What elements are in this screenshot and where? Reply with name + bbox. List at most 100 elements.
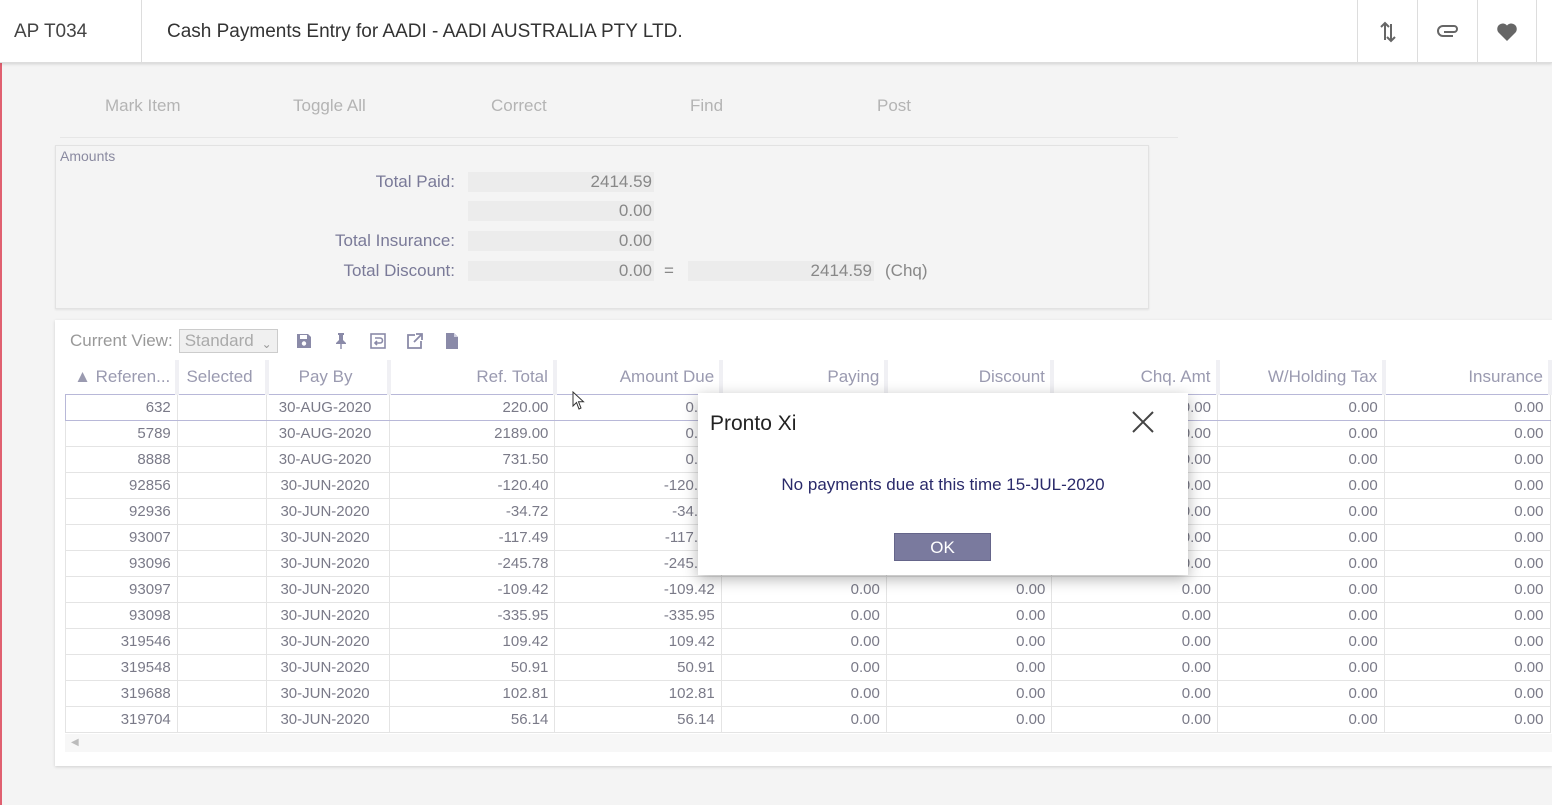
- scroll-left-icon[interactable]: ◀: [71, 737, 79, 748]
- table-row[interactable]: 319548 30-JUN-2020 50.91 50.91 0.00 0.00 0.00 0…: [65, 654, 1551, 681]
- table-cell: [177, 602, 268, 629]
- table-cell: 0.00: [1217, 446, 1385, 473]
- table-cell: 0.00: [1384, 706, 1551, 733]
- table-cell: 5789: [65, 420, 178, 447]
- table-cell: [177, 524, 268, 551]
- table-cell: 93097: [65, 576, 178, 603]
- table-cell: 109.42: [554, 628, 722, 655]
- amounts-panel: Amounts Total Paid: 2414.59 0.00 Total I…: [55, 145, 1149, 309]
- table-cell: [177, 628, 268, 655]
- correct-button[interactable]: Correct: [491, 96, 547, 116]
- horizontal-scrollbar[interactable]: ◀: [65, 734, 1552, 752]
- post-button[interactable]: Post: [877, 96, 911, 116]
- paperclip-icon[interactable]: [1417, 0, 1477, 63]
- column-header[interactable]: W/Holding Tax: [1217, 360, 1387, 394]
- table-cell: 50.91: [389, 654, 556, 681]
- table-cell: [177, 446, 268, 473]
- table-cell: 30-JUN-2020: [266, 524, 390, 551]
- column-header[interactable]: ▲ Referen...: [65, 360, 180, 394]
- table-cell: -109.42: [389, 576, 556, 603]
- table-cell: 0.00: [1384, 576, 1551, 603]
- column-header[interactable]: Selected: [177, 360, 269, 394]
- table-cell: -117.49: [554, 524, 722, 551]
- table-cell: 102.81: [554, 680, 722, 707]
- table-cell: 0.00: [1384, 524, 1551, 551]
- table-cell: 0.00: [1217, 628, 1385, 655]
- amounts-legend: Amounts: [60, 148, 116, 164]
- close-icon[interactable]: [1130, 409, 1156, 435]
- table-cell: [177, 576, 268, 603]
- table-cell: 0.00: [721, 576, 887, 603]
- heart-icon[interactable]: [1477, 0, 1537, 63]
- table-cell: 0.00: [1051, 576, 1218, 603]
- table-cell: 30-JUN-2020: [266, 654, 390, 681]
- table-cell: 0.00: [554, 420, 722, 447]
- current-view-label: Current View:: [70, 331, 173, 350]
- table-cell: 0.00: [1384, 498, 1551, 525]
- table-cell: 0.00: [886, 680, 1053, 707]
- save-icon[interactable]: [293, 330, 315, 352]
- table-cell: 30-JUN-2020: [266, 680, 390, 707]
- table-cell: 632: [65, 393, 178, 421]
- pin-icon[interactable]: [330, 330, 352, 352]
- table-cell: 0.00: [1384, 680, 1551, 707]
- table-cell: 8888: [65, 446, 178, 473]
- total-insurance-label: Total Insurance:: [334, 231, 455, 250]
- table-cell: [177, 393, 268, 421]
- table-row[interactable]: 319546 30-JUN-2020 109.42 109.42 0.00 0.00 0.0…: [65, 628, 1551, 655]
- table-cell: [177, 706, 268, 733]
- chevron-down-icon: ⌄: [261, 337, 272, 351]
- table-cell: 0.00: [1217, 706, 1385, 733]
- column-header[interactable]: Insurance: [1384, 360, 1552, 394]
- table-cell: 0.00: [886, 706, 1053, 733]
- table-cell: 0.00: [886, 654, 1053, 681]
- column-header[interactable]: Discount: [886, 360, 1054, 394]
- document-icon[interactable]: [441, 330, 463, 352]
- table-cell: 0.00: [1217, 680, 1385, 707]
- table-cell: 0.00: [1217, 472, 1385, 499]
- blank-total-value: 0.00: [468, 201, 654, 221]
- sort-icon[interactable]: [1357, 0, 1417, 63]
- reset-view-icon[interactable]: [367, 330, 389, 352]
- ok-button[interactable]: OK: [894, 533, 991, 561]
- table-cell: 92936: [65, 498, 178, 525]
- table-row[interactable]: 93097 30-JUN-2020 -109.42 -109.42 0.00 0.00 0.…: [65, 576, 1551, 603]
- table-cell: [177, 680, 268, 707]
- table-cell: 30-AUG-2020: [266, 420, 390, 447]
- table-row[interactable]: 319688 30-JUN-2020 102.81 102.81 0.00 0.00 0.0…: [65, 680, 1551, 707]
- table-cell: 30-JUN-2020: [266, 576, 390, 603]
- table-row[interactable]: 319704 30-JUN-2020 56.14 56.14 0.00 0.00 0.00 0…: [65, 706, 1551, 733]
- table-row[interactable]: 93098 30-JUN-2020 -335.95 -335.95 0.00 0.00 0.…: [65, 602, 1551, 629]
- export-icon[interactable]: [404, 330, 426, 352]
- column-header[interactable]: Chq. Amt: [1051, 360, 1220, 394]
- table-cell: -245.78: [554, 550, 722, 577]
- table-cell: 0.00: [721, 706, 887, 733]
- table-cell: -34.72: [389, 498, 556, 525]
- column-header[interactable]: Amount Due: [554, 360, 724, 394]
- mouse-cursor-icon: [572, 390, 586, 416]
- current-view-select[interactable]: Standard ⌄: [178, 329, 278, 353]
- table-cell: 220.00: [389, 393, 556, 421]
- current-view-value: Standard: [184, 331, 254, 350]
- table-cell: 0.00: [721, 628, 887, 655]
- table-cell: 0.00: [721, 602, 887, 629]
- dialog-message: No payments due at this time 15-JUL-2020: [781, 475, 1105, 494]
- table-cell: [177, 420, 268, 447]
- table-cell: 0.00: [1384, 550, 1551, 577]
- table-cell: 50.91: [554, 654, 722, 681]
- total-paid-value: 2414.59: [468, 172, 654, 192]
- table-cell: 0.00: [1051, 706, 1218, 733]
- table-cell: 0.00: [886, 628, 1053, 655]
- table-cell: 319688: [65, 680, 178, 707]
- column-header[interactable]: Ref. Total: [389, 360, 557, 394]
- find-button[interactable]: Find: [690, 96, 723, 116]
- column-header[interactable]: Pay By: [266, 360, 392, 394]
- table-cell: 0.00: [1217, 393, 1385, 421]
- table-cell: 319704: [65, 706, 178, 733]
- table-cell: -245.78: [389, 550, 556, 577]
- toggle-all-button[interactable]: Toggle All: [293, 96, 366, 116]
- table-cell: -34.72: [554, 498, 722, 525]
- table-cell: -120.40: [554, 472, 722, 499]
- column-header[interactable]: Paying: [721, 360, 889, 394]
- mark-item-button[interactable]: Mark Item: [105, 96, 181, 116]
